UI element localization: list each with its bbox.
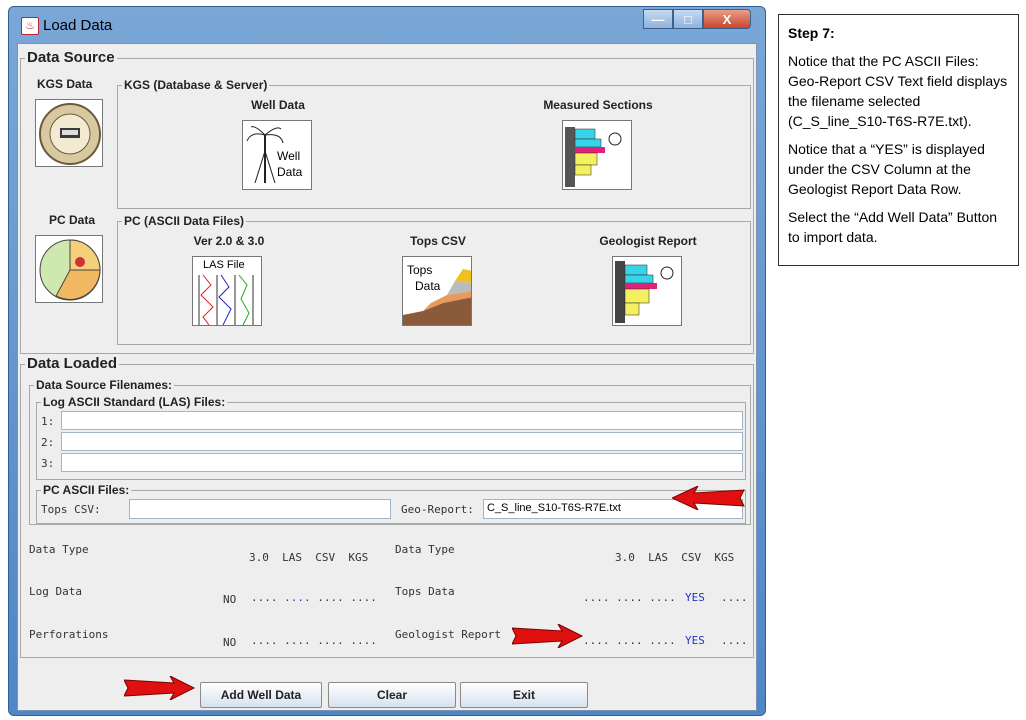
las-row-1-label: 1: bbox=[41, 415, 55, 428]
tops-csv-field-label: Tops CSV: bbox=[41, 503, 101, 516]
window-client-area: Data Source KGS Data KGS (Database & Ser… bbox=[17, 43, 757, 711]
clear-button[interactable]: Clear bbox=[328, 682, 456, 708]
arrow-geologist-report-row-icon bbox=[512, 624, 584, 648]
close-button[interactable]: X bbox=[703, 9, 751, 29]
stratigraphic-column-icon bbox=[565, 127, 622, 187]
geologist-report-column-icon bbox=[615, 261, 674, 323]
las-file-button[interactable]: LAS File bbox=[192, 256, 262, 326]
left-data-type-header: Data Type bbox=[29, 543, 89, 556]
kgs-group-title: KGS (Database & Server) bbox=[122, 78, 270, 92]
maximize-button[interactable]: □ bbox=[673, 9, 703, 29]
pc-data-pie-icon bbox=[39, 239, 101, 301]
las-row-2-label: 2: bbox=[41, 436, 55, 449]
las-icon-text: LAS File bbox=[203, 259, 245, 271]
pc-ascii-group: PC (ASCII Data Files) Ver 2.0 & 3.0 LAS … bbox=[117, 214, 751, 345]
measured-sections-button[interactable] bbox=[562, 120, 632, 190]
add-well-data-button[interactable]: Add Well Data bbox=[200, 682, 322, 708]
pc-data-label: PC Data bbox=[47, 213, 98, 227]
arrow-add-well-data-icon bbox=[124, 676, 196, 700]
geologist-report-row-name: Geologist Report bbox=[395, 628, 501, 641]
exit-button[interactable]: Exit bbox=[460, 682, 588, 708]
log-data-dots: .... .... .... .... bbox=[251, 591, 377, 604]
pc-ascii-files-title: PC ASCII Files: bbox=[41, 483, 132, 497]
pc-ascii-files-group: PC ASCII Files: Tops CSV: Geo-Report: C_… bbox=[36, 483, 746, 524]
filenames-title: Data Source Filenames: bbox=[34, 378, 175, 392]
filenames-group: Data Source Filenames: Log ASCII Standar… bbox=[29, 378, 751, 525]
tops-icon-word2: Data bbox=[415, 279, 441, 293]
data-source-group: Data Source KGS Data KGS (Database & Ser… bbox=[20, 49, 754, 354]
perforations-no: NO bbox=[223, 636, 237, 649]
las-file-1-field[interactable] bbox=[61, 411, 743, 430]
instructions-panel: Step 7: Notice that the PC ASCII Files: … bbox=[778, 14, 1019, 266]
data-loaded-group: Data Loaded Data Source Filenames: Log A… bbox=[20, 355, 754, 658]
tops-csv-button[interactable]: Tops Data bbox=[402, 256, 472, 326]
log-data-dots-a: .... bbox=[251, 591, 285, 604]
step-title: Step 7: bbox=[788, 25, 835, 41]
right-columns-header: 3.0 LAS CSV KGS bbox=[615, 551, 735, 564]
tops-data-row-name: Tops Data bbox=[395, 585, 455, 598]
log-data-dots-b: .... .... bbox=[310, 591, 377, 604]
data-loaded-title: Data Loaded bbox=[25, 355, 120, 372]
las-log-curves-icon bbox=[198, 274, 254, 325]
measured-sections-label: Measured Sections bbox=[543, 98, 653, 112]
well-icon-word1: Well bbox=[277, 149, 301, 163]
window-title: Load Data bbox=[43, 17, 113, 34]
las-row-3-label: 3: bbox=[41, 457, 55, 470]
las-file-3-field[interactable] bbox=[61, 453, 743, 472]
perforations-row-name: Perforations bbox=[29, 628, 109, 641]
log-data-dots-blue: .... bbox=[284, 591, 311, 604]
tops-data-tail: .... bbox=[721, 591, 748, 604]
tops-data-dots: .... .... .... bbox=[583, 591, 676, 604]
window-controls: — □ X bbox=[643, 9, 751, 31]
las-files-group: Log ASCII Standard (LAS) Files: 1: 2: 3: bbox=[36, 395, 746, 480]
log-data-row-name: Log Data bbox=[29, 585, 82, 598]
instruction-paragraph-1: Notice that the PC ASCII Files: Geo-Repo… bbox=[788, 53, 1008, 129]
las-files-title: Log ASCII Standard (LAS) Files: bbox=[41, 395, 228, 409]
kgs-seal-icon bbox=[39, 103, 101, 165]
log-data-no: NO bbox=[223, 593, 237, 606]
geologist-report-tail: .... bbox=[721, 634, 748, 647]
tops-csv-field[interactable] bbox=[129, 499, 391, 519]
geologist-report-dots: .... .... .... bbox=[583, 634, 676, 647]
left-columns-header: 3.0 LAS CSV KGS bbox=[249, 551, 369, 564]
well-data-button[interactable]: Well Data bbox=[242, 120, 312, 190]
well-icon-word2: Data bbox=[277, 165, 303, 179]
geo-report-field-label: Geo-Report: bbox=[401, 503, 474, 516]
well-data-label: Well Data bbox=[251, 98, 305, 112]
minimize-button[interactable]: — bbox=[643, 9, 673, 29]
kgs-logo-button[interactable] bbox=[35, 99, 103, 167]
geologist-report-label: Geologist Report bbox=[599, 234, 697, 248]
geologist-report-button[interactable] bbox=[612, 256, 682, 326]
las-file-2-field[interactable] bbox=[61, 432, 743, 451]
tops-csv-label: Tops CSV bbox=[410, 234, 466, 248]
instruction-paragraph-2: Notice that a “YES” is displayed under t… bbox=[788, 141, 985, 197]
kgs-data-label: KGS Data bbox=[35, 77, 95, 91]
pc-group-title: PC (ASCII Data Files) bbox=[122, 214, 247, 228]
perforations-dots: .... .... .... .... bbox=[251, 634, 377, 647]
instruction-paragraph-3: Select the “Add Well Data” Button to imp… bbox=[788, 209, 998, 245]
tops-icon-word1: Tops bbox=[407, 263, 433, 277]
load-data-window: ♨ Load Data — □ X Data Source KGS Data K… bbox=[8, 6, 766, 716]
title-bar[interactable]: ♨ Load Data — □ X bbox=[9, 7, 765, 43]
right-data-type-header: Data Type bbox=[395, 543, 455, 556]
tops-data-yes: YES bbox=[685, 591, 705, 604]
geologist-report-yes: YES bbox=[685, 634, 705, 647]
pc-data-logo-button[interactable] bbox=[35, 235, 103, 303]
kgs-database-group: KGS (Database & Server) Well Data Well D… bbox=[117, 78, 751, 209]
arrow-geo-report-icon bbox=[672, 486, 745, 510]
data-source-title: Data Source bbox=[25, 49, 117, 66]
ver-label: Ver 2.0 & 3.0 bbox=[193, 234, 265, 248]
java-icon: ♨ bbox=[21, 17, 39, 35]
